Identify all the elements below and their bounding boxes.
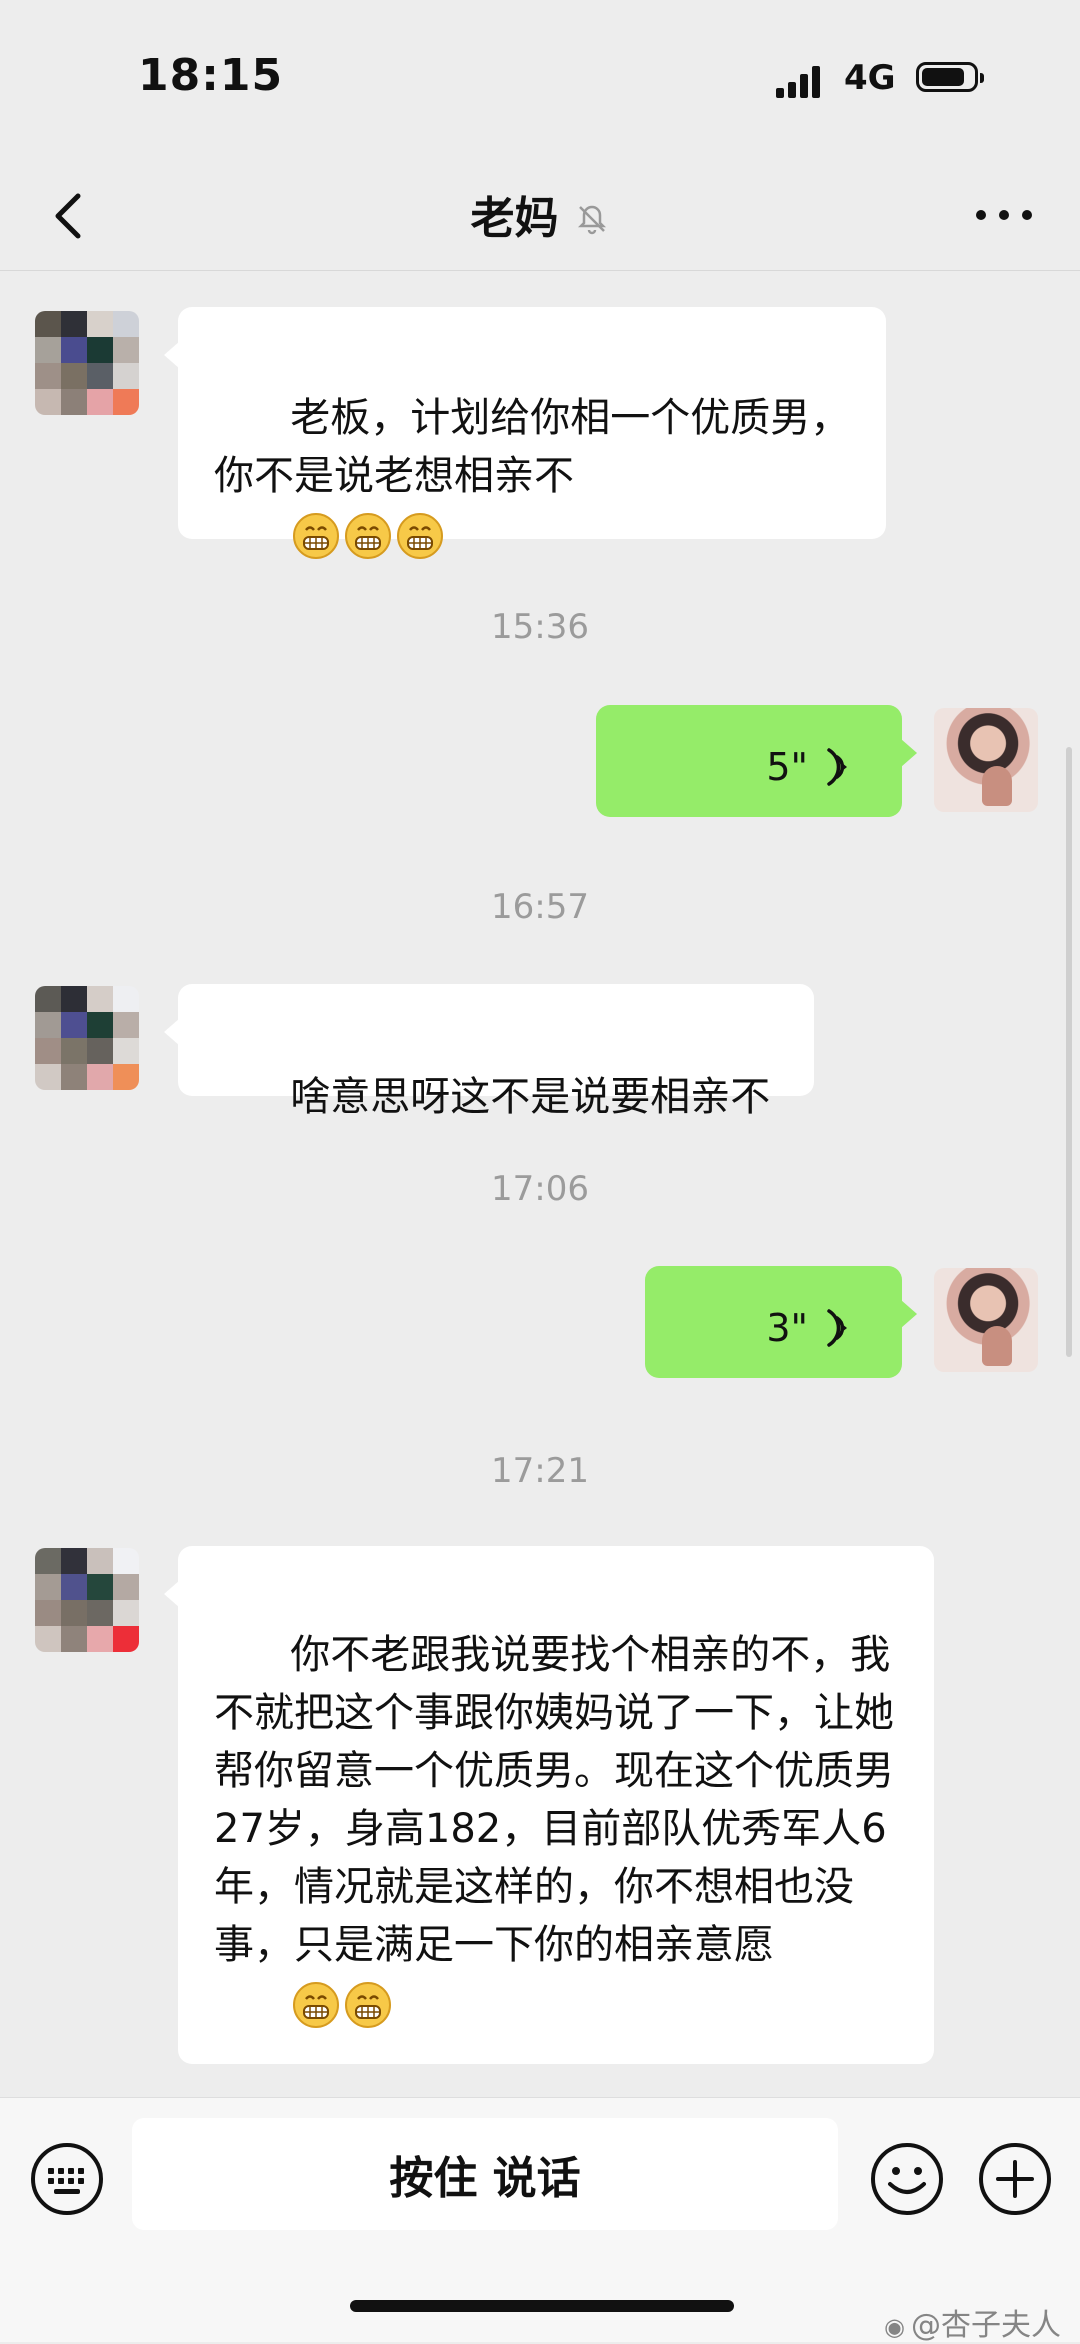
voice-message[interactable]: 5" [596, 705, 917, 817]
voice-message[interactable]: 3" [645, 1266, 917, 1378]
signal-icon [776, 62, 826, 98]
chat-title: 老妈 [470, 193, 559, 244]
emoji-icon[interactable] [868, 2140, 946, 2218]
timestamp: 15:36 [491, 607, 589, 647]
grin-emoji-icon [345, 1982, 392, 2028]
chat-title-wrap: 老妈 [0, 182, 1080, 246]
voice-wave-icon [827, 748, 847, 786]
self-avatar[interactable] [934, 708, 1038, 812]
message-content: 老板，计划给你相一个优质男，你不是说老想相亲不 [214, 395, 851, 499]
timestamp: 16:57 [491, 887, 589, 927]
network-label: 4G [844, 58, 896, 98]
chat-area[interactable]: 老板，计划给你相一个优质男，你不是说老想相亲不 15:36 5" 16:57 啥… [0, 271, 1080, 2097]
voice-duration: 5" [766, 745, 808, 789]
mom-avatar[interactable] [35, 986, 139, 1090]
mom-avatar[interactable] [35, 311, 139, 415]
chat-header: 老妈 [0, 160, 1080, 271]
grin-emoji-icon [345, 513, 392, 559]
voice-wave-icon [827, 1309, 847, 1347]
message-text: 老板，计划给你相一个优质男，你不是说老想相亲不 [214, 331, 852, 621]
hold-to-talk-button[interactable]: 按住 说话 [132, 2118, 838, 2230]
message-text: 啥意思呀这不是说要相亲不 [214, 1010, 780, 1184]
grin-emoji-icon [397, 513, 444, 559]
plus-icon[interactable] [976, 2140, 1054, 2218]
voice-duration-wrap: 5" [766, 738, 860, 796]
watermark: @杏子夫人 [884, 2300, 1061, 2344]
grin-emoji-icon [293, 1982, 340, 2028]
home-indicator [350, 2300, 734, 2312]
status-time: 18:15 [138, 50, 284, 101]
message-content: 啥意思呀这不是说要相亲不 [290, 1074, 771, 1120]
keyboard-icon[interactable] [28, 2140, 106, 2218]
more-icon[interactable] [974, 200, 1034, 230]
grin-emoji-icon [293, 513, 340, 559]
status-bar: 18:15 4G [0, 0, 1080, 160]
mute-bell-icon [577, 205, 606, 235]
voice-duration: 3" [766, 1306, 808, 1350]
self-avatar[interactable] [934, 1268, 1038, 1372]
mom-avatar[interactable] [35, 1548, 139, 1652]
message-bubble[interactable]: 啥意思呀这不是说要相亲不 [164, 984, 814, 1120]
voice-duration-wrap: 3" [766, 1299, 860, 1357]
message-bubble[interactable]: 老板，计划给你相一个优质男，你不是说老想相亲不 [164, 307, 886, 559]
timestamp: 17:21 [491, 1451, 589, 1491]
message-text: 你不老跟我说要找个相亲的不，我不就把这个事跟你姨妈说了一下，让她帮你留意一个优质… [214, 1568, 900, 2090]
timestamp: 17:06 [491, 1169, 589, 1209]
message-content: 你不老跟我说要找个相亲的不，我不就把这个事跟你姨妈说了一下，让她帮你留意一个优质… [214, 1632, 894, 1968]
battery-icon [916, 62, 984, 92]
chat-scrollbar[interactable] [1066, 747, 1072, 1357]
message-bubble[interactable]: 你不老跟我说要找个相亲的不，我不就把这个事跟你姨妈说了一下，让她帮你留意一个优质… [164, 1546, 934, 2064]
